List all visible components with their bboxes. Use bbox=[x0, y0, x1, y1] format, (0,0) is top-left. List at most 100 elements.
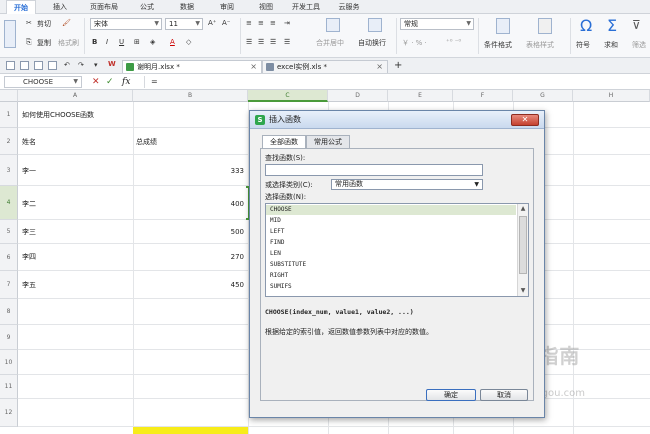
column-header-b[interactable]: B bbox=[133, 90, 248, 102]
align-right-icon[interactable]: ☰ bbox=[270, 38, 276, 46]
list-item[interactable]: RIGHT bbox=[266, 271, 516, 281]
close-icon[interactable]: × bbox=[250, 61, 257, 73]
align-top-icon[interactable]: ≡ bbox=[246, 19, 252, 27]
cell-a3[interactable]: 李一 bbox=[22, 166, 36, 176]
list-item[interactable]: FIND bbox=[266, 238, 516, 248]
dialog-close-button[interactable]: ✕ bbox=[511, 114, 539, 126]
font-color-icon[interactable]: A bbox=[170, 38, 175, 46]
cell-b4[interactable]: 400 bbox=[136, 199, 244, 209]
merge-center-button[interactable]: 合并居中 bbox=[316, 38, 344, 48]
cell-b2[interactable]: 总成绩 bbox=[136, 137, 157, 147]
preview-icon[interactable] bbox=[48, 61, 57, 70]
tab-common-formulas[interactable]: 常用公式 bbox=[306, 135, 350, 148]
row-header-1[interactable]: 1 bbox=[0, 102, 18, 128]
chevron-down-icon[interactable]: ▾ bbox=[94, 61, 98, 69]
format-painter-button[interactable]: 格式刷 bbox=[58, 38, 79, 48]
cell-b6[interactable]: 270 bbox=[136, 252, 244, 262]
column-header-g[interactable]: G bbox=[513, 90, 573, 102]
insert-function-button[interactable]: fx bbox=[122, 76, 130, 88]
tab-view[interactable]: 视图 bbox=[254, 0, 278, 14]
copy-button[interactable]: 复制 bbox=[37, 38, 51, 48]
align-bottom-icon[interactable]: ≡ bbox=[270, 19, 276, 27]
row-header-12[interactable]: 12 bbox=[0, 399, 18, 427]
new-tab-button[interactable]: + bbox=[394, 60, 402, 71]
ok-button[interactable]: 确定 bbox=[426, 389, 476, 401]
tab-page-layout[interactable]: 页面布局 bbox=[86, 0, 122, 14]
row-header-5[interactable]: 5 bbox=[0, 220, 18, 244]
save-icon[interactable] bbox=[20, 61, 29, 70]
italic-button[interactable]: I bbox=[106, 38, 108, 46]
filter-button[interactable]: 筛选 bbox=[632, 40, 646, 50]
currency-icon[interactable]: ￥ · % · bbox=[402, 38, 427, 48]
row-header-4[interactable]: 4 bbox=[0, 186, 18, 220]
row-header-7[interactable]: 7 bbox=[0, 271, 18, 299]
row-header-10[interactable]: 10 bbox=[0, 350, 18, 375]
scroll-down-icon[interactable]: ▼ bbox=[518, 286, 528, 296]
tab-review[interactable]: 审阅 bbox=[215, 0, 239, 14]
tab-cloud[interactable]: 云服务 bbox=[334, 0, 364, 14]
cell-b3[interactable]: 333 bbox=[136, 166, 244, 176]
list-item[interactable]: SUBSTITUTE bbox=[266, 260, 516, 270]
undo-icon[interactable]: ↶ bbox=[64, 61, 70, 69]
list-item[interactable]: LEN bbox=[266, 249, 516, 259]
cut-button[interactable]: 剪切 bbox=[37, 19, 51, 29]
column-header-c[interactable]: C bbox=[248, 90, 328, 102]
sum-button[interactable]: 求和 bbox=[604, 40, 618, 50]
font-name-select[interactable]: 宋体 ▼ bbox=[90, 18, 162, 30]
clear-format-icon[interactable]: ◇ bbox=[186, 38, 191, 46]
select-all-corner[interactable] bbox=[0, 90, 18, 102]
column-header-e[interactable]: E bbox=[388, 90, 453, 102]
scroll-up-icon[interactable]: ▲ bbox=[518, 204, 528, 214]
list-item[interactable]: CHOOSE bbox=[266, 205, 516, 215]
justify-icon[interactable]: ☰ bbox=[284, 38, 290, 46]
table-style-button[interactable]: 表格样式 bbox=[526, 40, 554, 50]
symbol-button[interactable]: 符号 bbox=[576, 40, 590, 50]
cell-a1[interactable]: 如何使用CHOOSE函数 bbox=[22, 110, 94, 120]
indent-icon[interactable]: ⇥ bbox=[284, 19, 290, 27]
doc-tab-active[interactable]: 谢明月.xlsx * × bbox=[122, 60, 262, 73]
column-header-a[interactable]: A bbox=[18, 90, 133, 102]
folder-icon[interactable] bbox=[6, 61, 15, 70]
function-search-input[interactable] bbox=[265, 164, 483, 176]
category-select[interactable]: 常用函数 ▼ bbox=[331, 179, 483, 190]
number-format-select[interactable]: 常规 ▼ bbox=[400, 18, 474, 30]
conditional-format-button[interactable]: 条件格式 bbox=[484, 40, 512, 50]
column-header-d[interactable]: D bbox=[328, 90, 388, 102]
align-middle-icon[interactable]: ≡ bbox=[258, 19, 264, 27]
confirm-formula-icon[interactable]: ✓ bbox=[106, 76, 114, 88]
fill-color-icon[interactable]: ◈ bbox=[150, 38, 155, 46]
cancel-button[interactable]: 取消 bbox=[480, 389, 528, 401]
function-list[interactable]: CHOOSE MID LEFT FIND LEN SUBSTITUTE RIGH… bbox=[265, 203, 529, 297]
align-left-icon[interactable]: ☰ bbox=[246, 38, 252, 46]
row-header-9[interactable]: 9 bbox=[0, 325, 18, 350]
cell-a6[interactable]: 李四 bbox=[22, 252, 36, 262]
underline-button[interactable]: U bbox=[119, 38, 124, 46]
decimal-icon[interactable]: ⁺⁰ ⁻⁰ bbox=[446, 38, 461, 46]
tab-formulas[interactable]: 公式 bbox=[134, 0, 160, 14]
row-header-3[interactable]: 3 bbox=[0, 155, 18, 186]
tab-data[interactable]: 数据 bbox=[175, 0, 199, 14]
cell-a5[interactable]: 李三 bbox=[22, 227, 36, 237]
row-header-11[interactable]: 11 bbox=[0, 375, 18, 399]
list-item[interactable]: SUMIFS bbox=[266, 282, 516, 292]
cell-b7[interactable]: 450 bbox=[136, 280, 244, 290]
column-header-f[interactable]: F bbox=[453, 90, 513, 102]
name-box[interactable]: CHOOSE ▼ bbox=[4, 76, 82, 88]
row-header-8[interactable]: 8 bbox=[0, 299, 18, 325]
formula-input[interactable]: = bbox=[144, 76, 644, 88]
cell-a4[interactable]: 李二 bbox=[22, 199, 36, 209]
paste-icon[interactable] bbox=[4, 20, 16, 48]
scrollbar-thumb[interactable] bbox=[519, 216, 527, 274]
cell-a2[interactable]: 姓名 bbox=[22, 137, 36, 147]
redo-icon[interactable]: ↷ bbox=[78, 61, 84, 69]
column-header-h[interactable]: H bbox=[573, 90, 650, 102]
doc-tab[interactable]: excel实例.xls * × bbox=[262, 60, 388, 73]
dialog-title-bar[interactable]: S 插入函数 ✕ bbox=[250, 111, 544, 129]
list-item[interactable]: MID bbox=[266, 216, 516, 226]
tab-home[interactable]: 开始 bbox=[6, 0, 36, 14]
cell-a7[interactable]: 李五 bbox=[22, 280, 36, 290]
wrap-text-button[interactable]: 自动换行 bbox=[358, 38, 386, 48]
decrease-font-icon[interactable]: A⁻ bbox=[222, 19, 230, 27]
font-size-select[interactable]: 11 ▼ bbox=[165, 18, 203, 30]
bold-button[interactable]: B bbox=[92, 38, 97, 46]
